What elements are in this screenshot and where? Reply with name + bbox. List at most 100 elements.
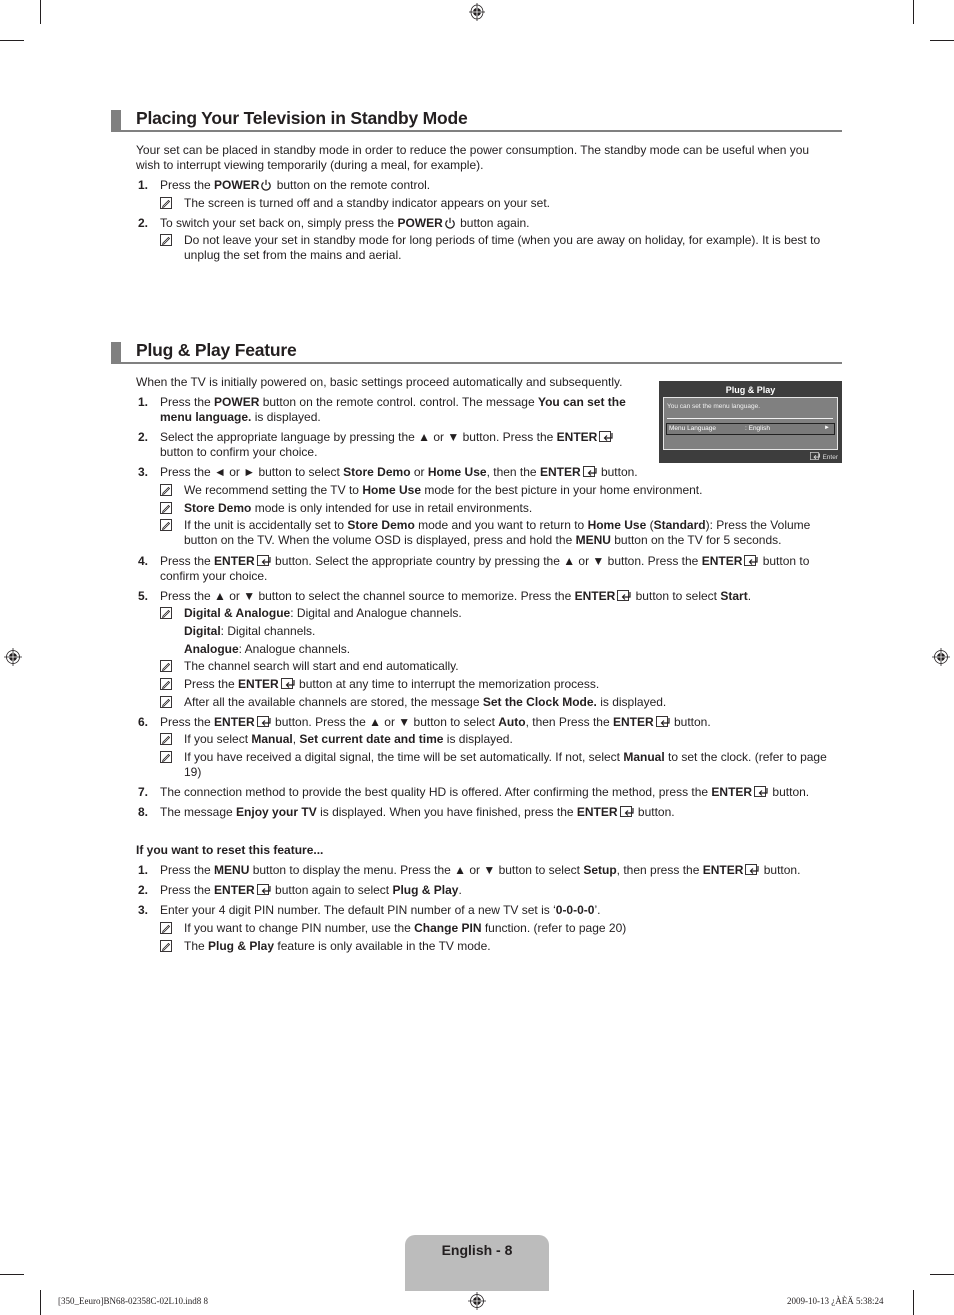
- bold-text: ENTER: [214, 715, 255, 729]
- note-text: If the unit is accidentally set to Store…: [184, 518, 840, 548]
- bold-text: ENTER: [711, 785, 753, 799]
- text: button.: [634, 805, 675, 819]
- step-number: 2.: [138, 430, 149, 444]
- section-title: Placing Your Television in Standby Mode: [136, 108, 468, 128]
- note-icon: [160, 502, 172, 514]
- enter-icon: [257, 716, 272, 727]
- note-text: Digital & Analogue: Digital and Analogue…: [184, 606, 840, 621]
- enter-icon: [620, 806, 635, 817]
- text: button.: [670, 715, 711, 729]
- bold-text: Home Use: [587, 518, 647, 532]
- text: button on the remote control.: [273, 178, 431, 192]
- text: Press the: [160, 178, 215, 192]
- channel-source-item: Digital: Digital channels.: [184, 624, 315, 639]
- note-icon: [160, 197, 172, 209]
- text: Press the: [160, 395, 215, 409]
- step-text: To switch your set back on, simply press…: [160, 216, 840, 231]
- bold-text: Store Demo: [343, 465, 411, 479]
- bold-text: Standard: [653, 518, 706, 532]
- step-number: 6.: [138, 715, 149, 729]
- text: We recommend setting the TV to: [184, 483, 363, 497]
- text: button again.: [456, 216, 530, 230]
- bold-text: Digital & Analogue: [184, 606, 291, 620]
- text: button to select: [632, 589, 721, 603]
- print-slug-right: 2009-10-13 ¿ÀÈÄ 5:38:24: [787, 1296, 884, 1306]
- note-icon: [160, 940, 172, 952]
- crop-mark: [930, 1274, 954, 1275]
- step-text: Press the ◄ or ► button to select Store …: [160, 465, 840, 480]
- note-text: We recommend setting the TV to Home Use …: [184, 483, 840, 498]
- text: Press the: [160, 554, 215, 568]
- text: Enter your 4 digit PIN number. The defau…: [160, 903, 556, 917]
- bold-text: Setup: [583, 863, 617, 877]
- step-text: Press the ENTER button again to select P…: [160, 883, 840, 898]
- step-text: Press the ▲ or ▼ button to select the ch…: [160, 589, 840, 604]
- enter-icon: [599, 431, 614, 442]
- enter-icon: [745, 864, 760, 875]
- bold-text: menu language.: [160, 410, 252, 424]
- bold-text: Plug & Play: [208, 939, 275, 953]
- paragraph: wish to interrupt viewing temporarily (d…: [136, 158, 484, 172]
- step-text: Press the MENU button to display the men…: [160, 863, 840, 878]
- registration-mark-icon: [932, 648, 950, 666]
- crop-mark: [930, 40, 954, 41]
- note-text: If you have received a digital signal, t…: [184, 750, 840, 780]
- text: is displayed.: [596, 695, 667, 709]
- note-icon: [160, 234, 172, 246]
- text: to set the clock. (refer to page: [664, 750, 827, 764]
- note-icon: [160, 696, 172, 708]
- bold-text: Manual: [623, 750, 665, 764]
- text: Press the: [184, 677, 239, 691]
- text: function. (refer to page 20): [481, 921, 627, 935]
- text: button.: [760, 863, 801, 877]
- heading-bar: [111, 342, 121, 362]
- arrow-right-icon: ►: [824, 425, 830, 431]
- bold-text: MENU: [575, 533, 611, 547]
- text: is displayed.: [443, 732, 513, 746]
- note-icon: [160, 751, 172, 763]
- bold-text: Digital: [184, 624, 221, 638]
- osd-row-label: Menu Language: [669, 425, 716, 432]
- bold-text: ENTER: [539, 465, 581, 479]
- bold-text: ENTER: [702, 863, 744, 877]
- bold-text: ENTER: [214, 883, 255, 897]
- step-text: Press the ENTER button. Press the ▲ or ▼…: [160, 715, 840, 730]
- text: button on the TV. When the volume OSD is…: [184, 533, 576, 547]
- registration-mark-icon: [468, 1292, 486, 1310]
- text: button. Select the appropriate country b…: [271, 554, 702, 568]
- enter-icon: [744, 555, 759, 566]
- text: Press the: [160, 863, 215, 877]
- bold-text: Home Use: [362, 483, 421, 497]
- section-heading-plug-play: Plug & Play Feature: [111, 340, 842, 364]
- text: , then Press the: [525, 715, 613, 729]
- note-icon: [160, 519, 172, 531]
- osd-title: Plug & Play: [725, 385, 776, 395]
- bold-text: ENTER: [574, 589, 616, 603]
- crop-mark: [913, 1290, 914, 1315]
- step-number: 1.: [138, 178, 149, 192]
- step-text: The connection method to provide the bes…: [160, 785, 840, 800]
- note-icon: [160, 607, 172, 619]
- bold-text: Set current date and time: [299, 732, 444, 746]
- bold-text: ENTER: [701, 554, 743, 568]
- text: After all the available channels are sto…: [184, 695, 483, 709]
- note-icon: [160, 660, 172, 672]
- bold-text: ENTER: [556, 430, 598, 444]
- note-icon: [160, 922, 172, 934]
- crop-mark: [40, 1290, 41, 1315]
- enter-icon: [656, 716, 671, 727]
- bold-text: ENTER: [612, 715, 654, 729]
- text: .: [747, 589, 752, 603]
- enter-icon: [617, 590, 632, 601]
- text: The message: [160, 805, 237, 819]
- bold-text: MENU: [214, 863, 250, 877]
- power-icon: [444, 217, 456, 229]
- text: button.: [769, 785, 810, 799]
- crop-mark: [0, 1274, 24, 1275]
- osd-divider: [667, 418, 833, 419]
- text: confirm your choice.: [160, 569, 268, 583]
- text: Press the ▲ or ▼ button to select the ch…: [160, 589, 575, 603]
- enter-icon: [257, 555, 272, 566]
- crop-mark: [0, 40, 24, 41]
- osd-menu-language-row: Menu Language : English ►: [666, 423, 835, 435]
